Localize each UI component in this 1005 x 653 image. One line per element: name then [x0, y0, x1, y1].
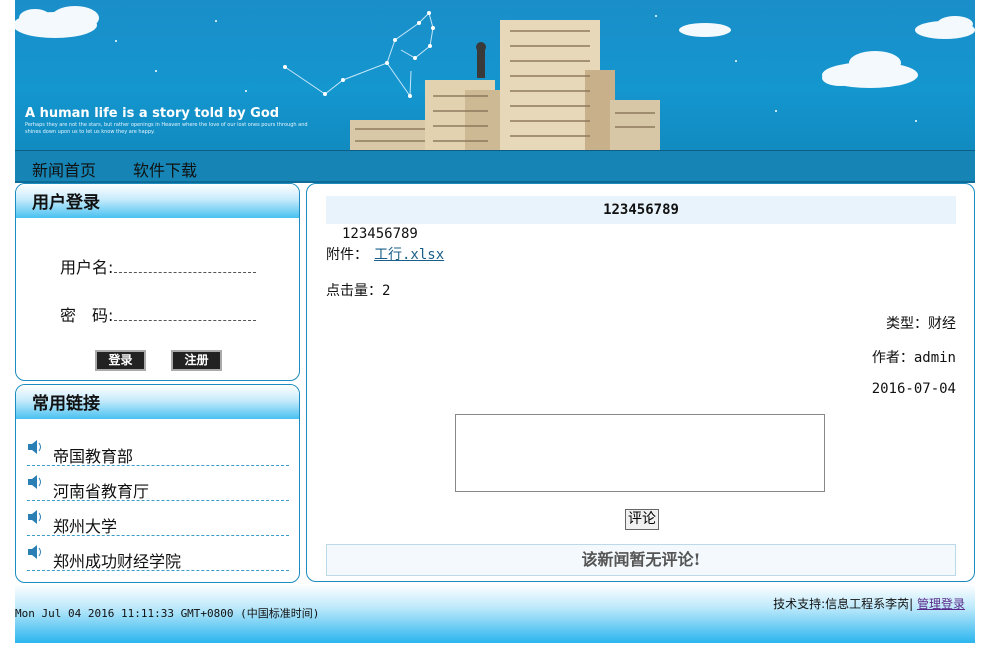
link-label: 郑州大学 — [53, 517, 118, 536]
comment-textarea[interactable] — [455, 414, 825, 492]
article-date: 2016-07-04 — [871, 381, 956, 397]
article-body: 123456789 — [342, 226, 418, 242]
banner-tagline: A human life is a story told by God — [25, 106, 280, 121]
main-nav: 新闻首页 软件下载 — [15, 150, 975, 183]
speaker-icon — [28, 440, 41, 454]
page: A human life is a story told by God Perh… — [15, 0, 975, 653]
password-input[interactable] — [114, 319, 256, 321]
login-panel: 用户登录 用户名: 密 码: 登录 注册 — [15, 183, 300, 381]
speaker-icon — [28, 475, 41, 489]
article-author: 作者：admin — [871, 350, 956, 366]
click-count: 点击量：2 — [326, 283, 391, 299]
speaker-icon — [28, 545, 41, 559]
link-label: 郑州成功财经学院 — [53, 552, 182, 571]
attachment-link[interactable]: 工行.xlsx — [374, 244, 444, 264]
comment-button[interactable]: 评论 — [625, 509, 659, 530]
article-title: 123456789 — [326, 196, 956, 224]
nav-item-software-download[interactable]: 软件下载 — [133, 157, 197, 181]
link-item[interactable]: 河南省教育厅 — [27, 473, 289, 501]
no-comment-notice: 该新闻暂无评论! — [326, 544, 956, 576]
login-button[interactable]: 登录 — [95, 350, 146, 371]
speaker-icon — [28, 510, 41, 524]
link-label: 河南省教育厅 — [53, 482, 150, 501]
link-item[interactable]: 郑州大学 — [27, 508, 289, 536]
links-panel: 常用链接 帝国教育部 河南省教育厅 郑州大学 郑州成功财经学院 — [15, 384, 300, 583]
article-type: 类型：财经 — [886, 316, 956, 332]
nav-item-news-home[interactable]: 新闻首页 — [32, 157, 96, 181]
footer: Mon Jul 04 2016 11:11:33 GMT+0800 (中国标准时… — [15, 584, 975, 643]
support-credit: 技术支持:信息工程系李芮| — [773, 597, 914, 611]
link-item[interactable]: 帝国教育部 — [27, 438, 289, 466]
link-item[interactable]: 郑州成功财经学院 — [27, 543, 289, 571]
footer-support: 技术支持:信息工程系李芮| 管理登录 — [773, 595, 965, 612]
footer-clock: Mon Jul 04 2016 11:11:33 GMT+0800 (中国标准时… — [15, 607, 320, 620]
header-banner: A human life is a story told by God Perh… — [15, 0, 975, 150]
attachment-label: 附件： — [326, 247, 368, 263]
banner-subline: Perhaps they are not the stars, but rath… — [25, 122, 308, 135]
admin-login-link[interactable]: 管理登录 — [917, 597, 965, 611]
link-label: 帝国教育部 — [53, 447, 134, 466]
links-panel-title: 常用链接 — [16, 385, 299, 419]
username-input[interactable] — [114, 271, 256, 273]
username-label: 用户名: — [60, 258, 114, 277]
login-panel-title: 用户登录 — [16, 184, 299, 218]
register-button[interactable]: 注册 — [171, 350, 222, 371]
article-panel: 123456789 123456789 附件： 工行.xlsx 点击量：2 类型… — [306, 183, 975, 582]
password-label: 密 码: — [60, 306, 114, 325]
